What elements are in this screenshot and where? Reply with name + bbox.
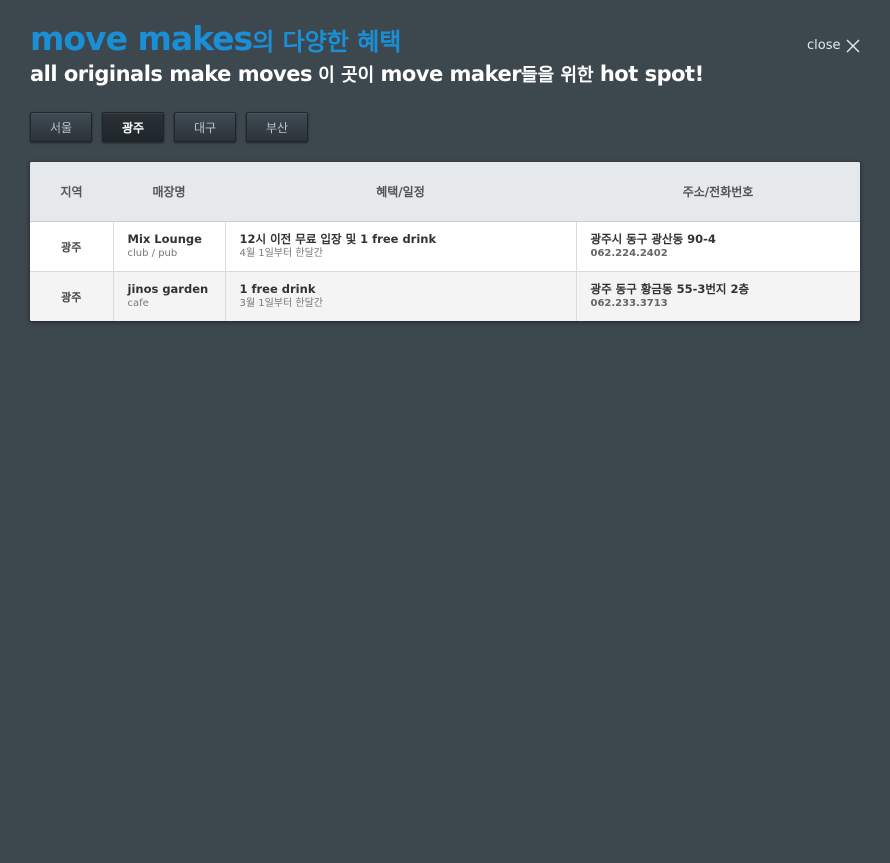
phone-text: 062.233.3713	[590, 298, 668, 309]
region-cell: 광주	[30, 221, 114, 272]
benefit-cell: 1 free drink 3월 1일부터 한달간	[225, 271, 577, 321]
header-address: 주소/전화번호	[576, 162, 860, 222]
subtitle-part-5: hot spot!	[599, 62, 704, 86]
store-cell: jinos garden cafe	[113, 271, 226, 321]
address-text: 광주시 동구 광산동 90-4	[590, 232, 716, 246]
subtitle-part-1: all originals make moves	[30, 62, 312, 86]
header-region: 지역	[30, 162, 113, 222]
address-cell: 광주 동구 황금동 55-3번지 2층 062.233.3713	[576, 271, 860, 321]
subtitle-part-2: 이 곳이	[311, 65, 381, 86]
store-name: jinos garden	[127, 282, 209, 296]
schedule-text: 4월 1일부터 한달간	[239, 248, 323, 259]
address-cell: 광주시 동구 광산동 90-4 062.224.2402	[576, 221, 860, 272]
title-suffix: 의 다양한 혜택	[252, 28, 402, 56]
store-name: Mix Lounge	[127, 232, 202, 246]
tab-daegu[interactable]: 대구	[174, 112, 236, 142]
phone-text: 062.224.2402	[590, 248, 668, 259]
tab-gwangju[interactable]: 광주	[102, 112, 164, 142]
brand-title: move makes	[30, 19, 253, 58]
header-benefit: 혜택/일정	[225, 162, 576, 222]
store-type: cafe	[127, 298, 149, 309]
table-header-row: 지역 매장명 혜택/일정 주소/전화번호	[30, 162, 860, 222]
benefit-cell: 12시 이전 무료 입장 및 1 free drink 4월 1일부터 한달간	[225, 221, 577, 272]
page-subtitle: all originals make moves 이 곳이 move maker…	[30, 64, 704, 85]
address-text: 광주 동구 황금동 55-3번지 2층	[590, 282, 750, 296]
schedule-text: 3월 1일부터 한달간	[239, 298, 323, 309]
benefit-text: 1 free drink	[239, 282, 316, 296]
page-title: move makes의 다양한 혜택	[30, 22, 401, 55]
region-tabs: 서울 광주 대구 부산	[30, 112, 308, 142]
subtitle-part-3: move maker	[380, 62, 522, 86]
store-type: club / pub	[127, 248, 178, 259]
tab-seoul[interactable]: 서울	[30, 112, 92, 142]
header-store: 매장명	[113, 162, 225, 222]
table-row: 광주 jinos garden cafe 1 free drink 3월 1일부…	[30, 271, 860, 321]
spot-table: 지역 매장명 혜택/일정 주소/전화번호 광주 Mix Lounge club …	[30, 162, 860, 321]
subtitle-part-4: 들을 위한	[521, 65, 600, 86]
close-button[interactable]: close	[807, 38, 860, 53]
store-cell: Mix Lounge club / pub	[113, 221, 226, 272]
benefit-text: 12시 이전 무료 입장 및 1 free drink	[239, 232, 437, 246]
tab-busan[interactable]: 부산	[246, 112, 308, 142]
region-cell: 광주	[30, 271, 114, 321]
close-icon	[846, 39, 860, 52]
table-row: 광주 Mix Lounge club / pub 12시 이전 무료 입장 및 …	[30, 221, 860, 272]
close-label: close	[807, 38, 841, 53]
